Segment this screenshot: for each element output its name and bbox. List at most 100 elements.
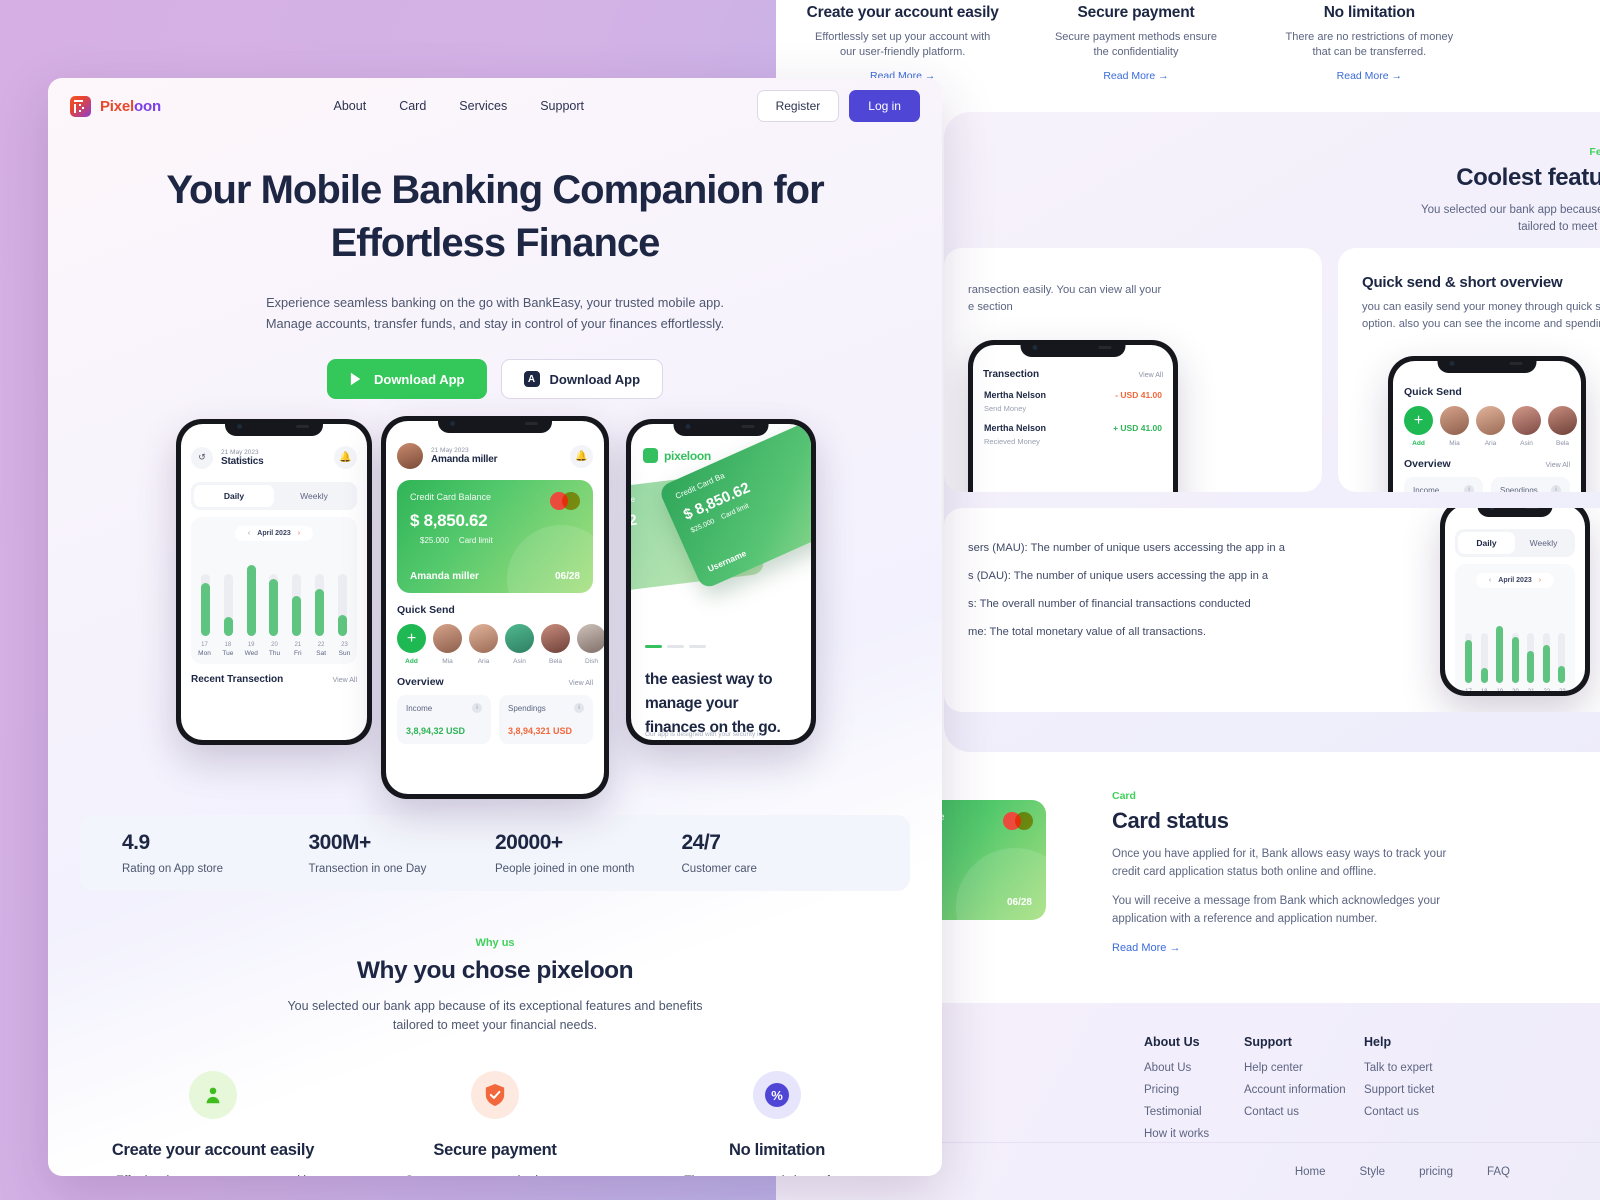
read-more-link[interactable]: Read More → [1103,70,1168,82]
transaction-type: Recieved Money [984,437,1040,446]
bar-value [1558,665,1565,683]
footer-link[interactable]: Support ticket [1364,1084,1434,1096]
footer-bottom-link-home[interactable]: Home [1295,1166,1326,1178]
login-button[interactable]: Log in [849,90,920,122]
bar-value [1496,625,1503,683]
bar-column [1542,613,1550,683]
chevron-right-icon[interactable]: › [1539,577,1541,584]
nav-item-about[interactable]: About [334,99,367,113]
contact-item[interactable]: + Add [1404,406,1433,447]
onboarding-headline: the easiest way to manage your finances … [645,671,781,736]
footer-bottom-link-pricing[interactable]: pricing [1419,1166,1453,1178]
onboarding-phone-mockup: pixeloon rd Balance 50.62 Card limit 06/… [626,419,816,745]
chevron-right-icon[interactable]: › [298,530,300,537]
stats-tabs[interactable]: Daily Weekly [1455,529,1575,557]
back-arrow-icon[interactable]: ↺ [191,446,213,469]
contact-item[interactable]: Asin [505,624,534,665]
info-icon[interactable]: i [1551,485,1561,492]
footer-link[interactable]: Pricing [1144,1084,1209,1096]
footer-link[interactable]: How it works [1144,1128,1209,1140]
stat-item: 4.9 Rating on App store [122,831,309,875]
contact-item[interactable]: Asin [1512,406,1541,447]
contact-item[interactable]: Aria [469,624,498,665]
info-icon[interactable]: i [472,703,482,713]
contact-item[interactable]: Mia [433,624,462,665]
info-icon[interactable]: i [1464,485,1474,492]
background-features-section: Features Coolest features of pixeloon Yo… [944,112,1600,752]
carousel-dots[interactable] [645,645,706,648]
background-feature-card-metrics: sers (MAU): The number of unique users a… [944,508,1600,712]
download-app-google-play-button[interactable]: Download App [326,359,487,399]
view-all-link[interactable]: View All [1139,372,1163,379]
footer-link[interactable]: Testimonial [1144,1106,1209,1118]
footer-bottom-link-style[interactable]: Style [1360,1166,1386,1178]
bar-label: 18Tue [1478,689,1491,691]
why-card-title: No limitation [728,1141,825,1159]
footer-link[interactable]: Contact us [1244,1106,1346,1118]
chevron-left-icon[interactable]: ‹ [248,530,250,537]
statistics-tabs[interactable]: Daily Weekly [191,482,357,510]
contact-item[interactable]: Aria [1476,406,1505,447]
contact-item[interactable]: Mia [1440,406,1469,447]
brand-logo[interactable]: Pixeloon [70,95,161,117]
recent-transaction-title: Recent Transection [191,674,284,685]
bar-chart-labels-bg: 17Mon18Tue19Wed20Thu21Fri22Sat23Sun [1461,683,1569,691]
why-card-no-limitation: % No limitation There are no restriction… [636,1071,918,1176]
contact-item[interactable]: Dish [577,624,604,665]
tab-daily[interactable]: Daily [194,485,274,507]
statistics-phone-mockup: ↺ 21 May 2023 Statistics 🔔 Daily Weekly … [176,419,372,745]
contact-item[interactable]: Bela [541,624,570,665]
background-top-feature-cards: Create your account easily Effortlessly … [776,0,1496,86]
card-front-username: Username [706,548,748,574]
nav-item-support[interactable]: Support [540,99,584,113]
footer-bottom-link-faq[interactable]: FAQ [1487,1166,1510,1178]
mastercard-icon [1003,812,1033,830]
spendings-label: Spendings [1500,485,1538,493]
add-contact-icon[interactable]: + [397,624,426,653]
tab-daily[interactable]: Daily [1458,532,1515,554]
section-tag: Features [1589,146,1600,158]
footer-link[interactable]: Talk to expert [1364,1062,1434,1074]
info-icon[interactable]: i [574,703,584,713]
transaction-title: Transection [983,369,1040,380]
register-button[interactable]: Register [756,90,840,122]
read-more-link[interactable]: Read More → [1112,942,1180,954]
footer-link[interactable]: Contact us [1364,1106,1434,1118]
footer-link[interactable]: Account information [1244,1084,1346,1096]
month-selector[interactable]: ‹ April 2023 › [1476,573,1554,588]
bell-icon[interactable]: 🔔 [334,446,357,469]
month-selector[interactable]: ‹ April 2023 › [235,526,313,541]
income-label: Income [406,703,433,713]
footer-link[interactable]: About Us [1144,1062,1209,1074]
tab-weekly[interactable]: Weekly [1515,532,1572,554]
card-holder: Amanda miller [410,571,479,582]
view-all-link[interactable]: View All [333,677,357,684]
view-all-link[interactable]: View All [569,680,593,687]
tab-weekly[interactable]: Weekly [274,485,354,507]
download-app-app-store-button[interactable]: A Download App [500,359,664,399]
bar-column [1480,613,1488,683]
bell-icon[interactable]: 🔔 [570,444,593,468]
why-card-desc: Secure payment methods ensurethe confide… [354,1171,636,1176]
bar-label: 19Wed [244,642,258,657]
transaction-type: Send Money [984,404,1027,413]
read-more-link[interactable]: Read More → [1337,70,1402,82]
bar-column [246,550,256,636]
bar-column [1527,613,1534,683]
feature-title: Quick send & short overview [1362,274,1563,291]
contact-item[interactable]: Bela [1548,406,1577,447]
view-all-link[interactable]: View All [1546,462,1570,469]
nav-item-card[interactable]: Card [399,99,426,113]
add-contact-icon[interactable]: + [1404,406,1433,435]
chevron-left-icon[interactable]: ‹ [1489,577,1491,584]
phone-brand-name: pixeloon [664,448,711,463]
transaction-phone-mockup: Transection View All Mertha Nelson Send … [968,340,1178,492]
section-subtitle: You selected our bank app because of its… [1421,204,1600,233]
avatar [469,624,498,653]
contact-item[interactable]: + Add [397,624,426,665]
stats-phone-mockup-bg: Daily Weekly ‹ April 2023 › 17Mon18Tue19… [1440,508,1590,696]
transaction-name: Mertha Nelson [984,390,1047,400]
footer-link[interactable]: Help center [1244,1062,1346,1074]
nav-item-services[interactable]: Services [459,99,507,113]
pixeloon-logo-icon [70,95,91,117]
